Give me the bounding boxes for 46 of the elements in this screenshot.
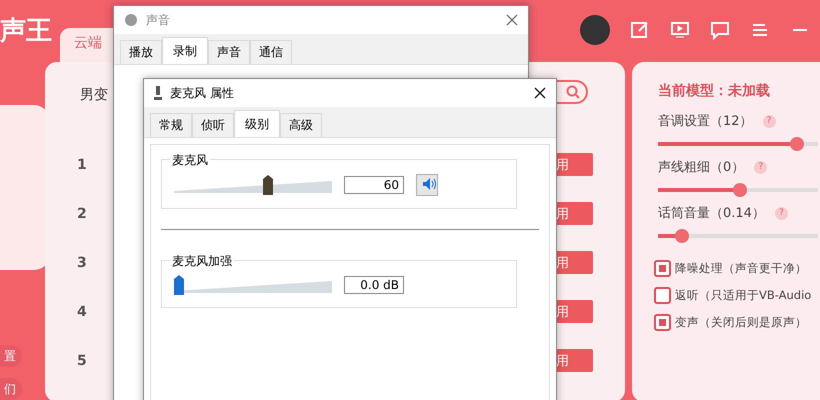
search-icon[interactable] (566, 85, 580, 99)
monitor-icon[interactable] (670, 20, 690, 40)
slider-thumb[interactable] (174, 275, 184, 295)
window-title: 声音 (146, 12, 170, 28)
microphone-icon (154, 86, 162, 100)
tab[interactable]: 常规 (150, 113, 192, 137)
option-label: 变声（关闭后则是原声） (675, 315, 807, 330)
slider-label: 声线粗细（0） (658, 159, 744, 176)
slider-thumb[interactable] (262, 175, 273, 195)
tab[interactable]: 声音 (208, 40, 250, 64)
window-title: 麦克风 属性 (170, 84, 234, 102)
tab[interactable]: 级别 (234, 110, 280, 137)
help-icon[interactable]: ? (754, 160, 768, 174)
option-label: 返听（只适用于VB-Audio (675, 288, 812, 303)
side-button[interactable]: 置 (0, 345, 22, 367)
checkbox[interactable] (654, 260, 671, 277)
tab[interactable]: 侦听 (192, 113, 234, 137)
row-index: 1 (77, 157, 87, 173)
close-icon[interactable] (534, 87, 546, 99)
avatar[interactable] (580, 15, 610, 45)
slider-label: 话筒音量（0.14） (658, 205, 765, 222)
tab[interactable]: 高级 (280, 113, 322, 137)
row-index: 3 (77, 255, 87, 271)
chat-icon[interactable] (710, 20, 730, 40)
help-icon[interactable]: ? (774, 206, 788, 220)
checkbox[interactable] (654, 314, 671, 331)
list-header: 男变 (80, 86, 108, 104)
row-index: 2 (77, 206, 87, 222)
mute-button[interactable] (416, 174, 438, 196)
edit-icon[interactable] (630, 20, 650, 40)
level-value-field[interactable]: 0.0 dB (344, 276, 404, 294)
level-slider[interactable] (174, 275, 332, 295)
row-index: 4 (77, 304, 87, 320)
level-value-field[interactable]: 60 (344, 176, 404, 194)
slider-label: 音调设置（12） (658, 113, 753, 130)
level-slider[interactable] (174, 175, 332, 195)
option-label: 降噪处理（声音更干净） (675, 261, 807, 276)
app-title: 声王 (0, 14, 52, 48)
tab[interactable]: 通信 (250, 40, 292, 64)
tab[interactable]: 录制 (162, 37, 208, 64)
tab[interactable]: 播放 (120, 40, 162, 64)
model-status: 当前模型：未加载 (658, 82, 771, 100)
row-index: 5 (77, 353, 87, 369)
help-icon[interactable]: ? (762, 114, 776, 128)
checkbox[interactable] (654, 287, 671, 304)
side-button[interactable]: 们 (0, 378, 22, 400)
